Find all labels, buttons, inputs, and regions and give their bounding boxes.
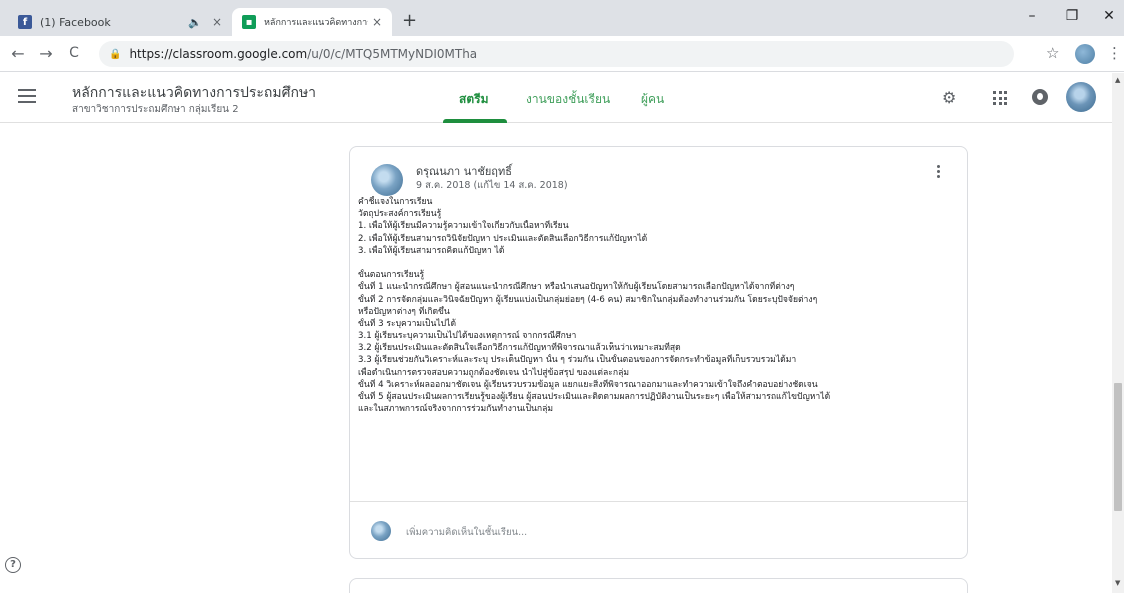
commenter-avatar bbox=[371, 521, 391, 541]
post-line: ขั้นที่ 4 วิเคราะห์ผลออกมาชัดเจน ผู้เรีย… bbox=[358, 379, 818, 390]
scroll-up-arrow-icon[interactable]: ▲ bbox=[1115, 76, 1120, 84]
help-icon[interactable]: ? bbox=[5, 557, 21, 573]
post-line: ขั้นที่ 1 แนะนำกรณีศึกษา ผู้สอนแนะนำกรณี… bbox=[358, 282, 795, 293]
tab-facebook[interactable]: f (1) Facebook 🔈 × bbox=[8, 8, 232, 36]
tab-people[interactable]: ผู้คน bbox=[641, 90, 664, 109]
post-line: หรือปัญหาต่างๆ ที่เกิดขึ้น bbox=[358, 306, 450, 317]
author-avatar bbox=[371, 164, 403, 196]
close-tab-icon[interactable]: × bbox=[372, 15, 382, 29]
class-subtitle: สาขาวิชาการประถมศึกษา กลุ่มเรียน 2 bbox=[72, 104, 239, 115]
close-window-button[interactable]: ✕ bbox=[1099, 8, 1119, 24]
class-title[interactable]: หลักการและแนวคิดทางการประถมศึกษา bbox=[72, 82, 316, 104]
profile-avatar[interactable] bbox=[1075, 44, 1095, 64]
hamburger-menu-icon[interactable] bbox=[18, 89, 36, 103]
browser-toolbar: ← → C 🔒 https://classroom.google.com/u/0… bbox=[0, 36, 1124, 72]
speaker-icon[interactable]: 🔈 bbox=[188, 16, 202, 29]
facebook-icon: f bbox=[18, 15, 32, 29]
lock-icon: 🔒 bbox=[109, 48, 122, 60]
post-body: คำชี้แจงในการเรียน วัตถุประสงค์การเรียนร… bbox=[358, 196, 958, 415]
tab-title: หลักการและแนวคิดทางการประถมศึกษา bbox=[264, 18, 368, 28]
post-line: ขั้นที่ 2 การจัดกลุ่มและวินิจฉัยปัญหา ผู… bbox=[358, 294, 818, 305]
apps-grid-icon[interactable] bbox=[993, 91, 1007, 105]
tab-title: (1) Facebook bbox=[40, 15, 111, 29]
post-date: 9 ส.ค. 2018 (แก้ไข 14 ส.ค. 2018) bbox=[416, 180, 568, 191]
restore-button[interactable]: ❐ bbox=[1062, 8, 1082, 24]
address-bar[interactable]: 🔒 https://classroom.google.com/u/0/c/MTQ… bbox=[99, 41, 1014, 67]
new-tab-button[interactable]: + bbox=[402, 12, 417, 30]
post-line: และในสภาพการณ์จริงจากการร่วมกันทำงานเป็น… bbox=[358, 404, 554, 415]
post-line: 1. เพื่อให้ผู้เรียนมีความรู้ความเข้าใจเก… bbox=[358, 221, 569, 232]
classroom-icon: ▪ bbox=[242, 15, 256, 29]
more-options-icon[interactable] bbox=[932, 165, 944, 181]
notifications-icon[interactable] bbox=[1032, 89, 1048, 105]
scroll-down-arrow-icon[interactable]: ▼ bbox=[1115, 579, 1120, 587]
classroom-header: หลักการและแนวคิดทางการประถมศึกษา สาขาวิช… bbox=[0, 73, 1112, 123]
active-tab-indicator bbox=[443, 119, 507, 123]
tab-classroom[interactable]: ▪ หลักการและแนวคิดทางการประถมศึกษา × bbox=[232, 8, 392, 36]
settings-gear-icon[interactable]: ⚙ bbox=[942, 88, 956, 107]
reload-button[interactable]: C bbox=[64, 45, 84, 61]
browser-menu-icon[interactable]: ⋮ bbox=[1107, 44, 1122, 62]
post-line: วัตถุประสงค์การเรียนรู้ bbox=[358, 209, 442, 220]
tab-classwork[interactable]: งานของชั้นเรียน bbox=[526, 90, 610, 109]
account-avatar[interactable] bbox=[1066, 82, 1096, 112]
comment-divider bbox=[350, 501, 967, 502]
tab-stream[interactable]: สตรีม bbox=[459, 90, 488, 109]
stream-post-card: ดรุณนภา นาชัยฤทธิ์ 9 ส.ค. 2018 (แก้ไข 14… bbox=[349, 146, 968, 559]
url-path: /u/0/c/MTQ5MTMyNDI0MTha bbox=[307, 47, 478, 61]
stream-post-card-next bbox=[349, 578, 968, 593]
page-scrollbar[interactable]: ▲ ▼ bbox=[1112, 73, 1124, 593]
back-button[interactable]: ← bbox=[8, 44, 28, 63]
close-tab-icon[interactable]: × bbox=[212, 15, 222, 29]
bookmark-star-icon[interactable]: ☆ bbox=[1046, 44, 1059, 62]
class-comment-input[interactable]: เพิ่มความคิดเห็นในชั้นเรียน... bbox=[406, 525, 527, 540]
post-line: ขั้นตอนการเรียนรู้ bbox=[358, 270, 425, 281]
scroll-thumb[interactable] bbox=[1114, 383, 1122, 511]
post-line: 3.2 ผู้เรียนประเมินและตัดสินใจเลือกวิธีก… bbox=[358, 343, 681, 354]
browser-tab-strip: f (1) Facebook 🔈 × ▪ หลักการและแนวคิดทาง… bbox=[0, 0, 1124, 36]
forward-button[interactable]: → bbox=[36, 44, 56, 63]
url-host: https://classroom.google.com bbox=[129, 47, 308, 61]
post-line: เพื่อดำเนินการตรวจสอบความถูกต้องชัดเจน น… bbox=[358, 367, 629, 378]
post-line: 2. เพื่อให้ผู้เรียนสามารถวินิจัยปัญหา ปร… bbox=[358, 233, 648, 244]
minimize-button[interactable]: – bbox=[1022, 8, 1042, 24]
post-line: คำชี้แจงในการเรียน bbox=[358, 197, 433, 207]
post-line: 3.3 ผู้เรียนช่วยกันวิเคราะห์และระบุ ประเ… bbox=[358, 355, 797, 366]
post-line: 3.1 ผู้เรียนระบุความเป็นไปได้ของเหตุการณ… bbox=[358, 331, 577, 342]
post-line: ขั้นที่ 3 ระบุความเป็นไปได้ bbox=[358, 318, 457, 329]
post-line: ขั้นที่ 5 ผู้สอนประเมินผลการเรียนรู้ของผ… bbox=[358, 392, 831, 402]
post-line: 3. เพื่อให้ผู้เรียนสามารถคิดแก้ปัญหา ได้ bbox=[358, 245, 505, 256]
